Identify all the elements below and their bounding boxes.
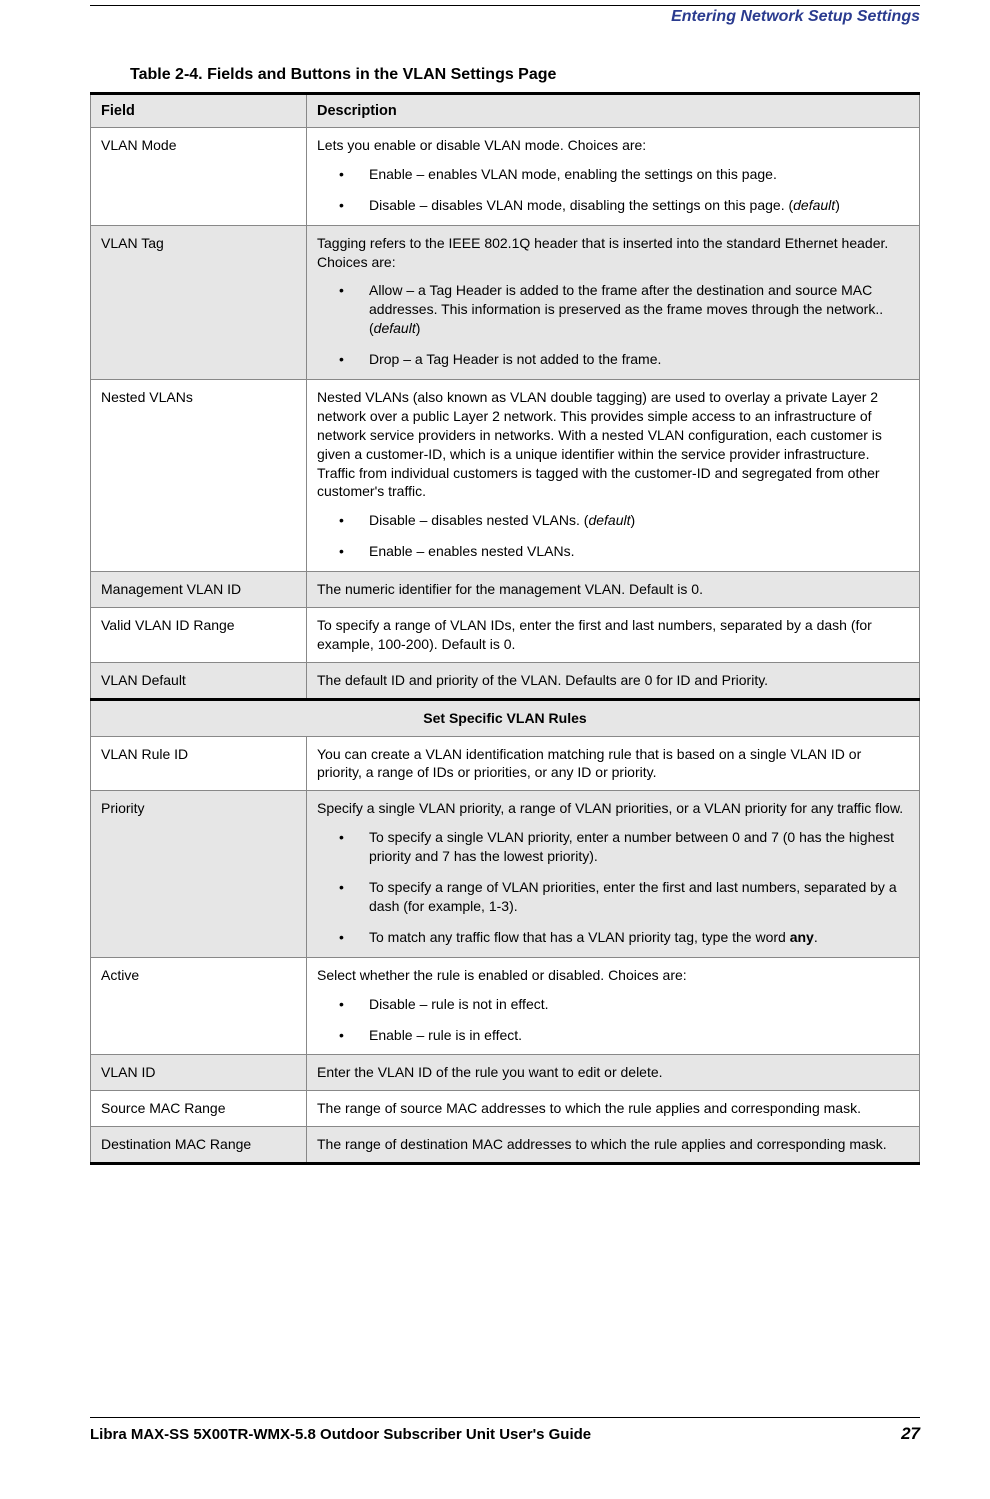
row-rule-id: VLAN Rule ID You can create a VLAN ident… xyxy=(91,736,920,791)
row-src-mac: Source MAC Range The range of source MAC… xyxy=(91,1091,920,1127)
cell-description: Select whether the rule is enabled or di… xyxy=(307,957,920,1055)
cell-description: The range of source MAC addresses to whi… xyxy=(307,1091,920,1127)
intro-text: Tagging refers to the IEEE 802.1Q header… xyxy=(317,235,888,270)
cell-field: Destination MAC Range xyxy=(91,1127,307,1164)
vlan-settings-table: Field Description VLAN Mode Lets you ena… xyxy=(90,92,920,1165)
cell-description: You can create a VLAN identification mat… xyxy=(307,736,920,791)
col-description: Description xyxy=(307,94,920,128)
cell-description: To specify a range of VLAN IDs, enter th… xyxy=(307,608,920,663)
cell-field: Nested VLANs xyxy=(91,380,307,572)
page-footer: Libra MAX-SS 5X00TR-WMX-5.8 Outdoor Subs… xyxy=(90,1417,920,1444)
row-active: Active Select whether the rule is enable… xyxy=(91,957,920,1055)
row-vlan-mode: VLAN Mode Lets you enable or disable VLA… xyxy=(91,128,920,226)
row-vlan-default: VLAN Default The default ID and priority… xyxy=(91,662,920,699)
footer-doc-title: Libra MAX-SS 5X00TR-WMX-5.8 Outdoor Subs… xyxy=(90,1426,591,1443)
cell-description: Nested VLANs (also known as VLAN double … xyxy=(307,380,920,572)
bullet: Disable – rule is not in effect. xyxy=(317,995,909,1014)
cell-field: Valid VLAN ID Range xyxy=(91,608,307,663)
cell-description: Tagging refers to the IEEE 802.1Q header… xyxy=(307,225,920,379)
cell-field: Management VLAN ID xyxy=(91,572,307,608)
cell-field: VLAN Tag xyxy=(91,225,307,379)
row-nested-vlans: Nested VLANs Nested VLANs (also known as… xyxy=(91,380,920,572)
cell-field: Source MAC Range xyxy=(91,1091,307,1127)
intro-text: Specify a single VLAN priority, a range … xyxy=(317,800,903,816)
cell-description: Specify a single VLAN priority, a range … xyxy=(307,791,920,957)
bullet: To specify a single VLAN priority, enter… xyxy=(317,828,909,866)
bullet: Enable – rule is in effect. xyxy=(317,1026,909,1045)
cell-description: The range of destination MAC addresses t… xyxy=(307,1127,920,1164)
row-vlan-tag: VLAN Tag Tagging refers to the IEEE 802.… xyxy=(91,225,920,379)
bullet: Drop – a Tag Header is not added to the … xyxy=(317,350,909,369)
bullet: To specify a range of VLAN priorities, e… xyxy=(317,878,909,916)
cell-field: VLAN Mode xyxy=(91,128,307,226)
row-dst-mac: Destination MAC Range The range of desti… xyxy=(91,1127,920,1164)
bullet: Enable – enables VLAN mode, enabling the… xyxy=(317,165,909,184)
row-mgmt-vlan-id: Management VLAN ID The numeric identifie… xyxy=(91,572,920,608)
row-section-rules: Set Specific VLAN Rules xyxy=(91,699,920,736)
cell-description: Enter the VLAN ID of the rule you want t… xyxy=(307,1055,920,1091)
bullet: Disable – disables VLAN mode, disabling … xyxy=(317,196,909,215)
cell-description: Lets you enable or disable VLAN mode. Ch… xyxy=(307,128,920,226)
row-priority: Priority Specify a single VLAN priority,… xyxy=(91,791,920,957)
bullet: Enable – enables nested VLANs. xyxy=(317,542,909,561)
running-header: Entering Network Setup Settings xyxy=(90,8,920,26)
cell-field: Active xyxy=(91,957,307,1055)
cell-description: The default ID and priority of the VLAN.… xyxy=(307,662,920,699)
footer-page-number: 27 xyxy=(901,1424,920,1444)
cell-field: VLAN Default xyxy=(91,662,307,699)
col-field: Field xyxy=(91,94,307,128)
intro-text: Select whether the rule is enabled or di… xyxy=(317,967,687,983)
cell-field: VLAN ID xyxy=(91,1055,307,1091)
bullet: Disable – disables nested VLANs. (defaul… xyxy=(317,511,909,530)
intro-text: Lets you enable or disable VLAN mode. Ch… xyxy=(317,137,646,153)
table-caption: Table 2-4. Fields and Buttons in the VLA… xyxy=(130,66,920,84)
row-vlan-id: VLAN ID Enter the VLAN ID of the rule yo… xyxy=(91,1055,920,1091)
cell-field: Priority xyxy=(91,791,307,957)
bullet: To match any traffic flow that has a VLA… xyxy=(317,928,909,947)
bullet: Allow – a Tag Header is added to the fra… xyxy=(317,281,909,338)
cell-field: VLAN Rule ID xyxy=(91,736,307,791)
row-valid-range: Valid VLAN ID Range To specify a range o… xyxy=(91,608,920,663)
intro-text: Nested VLANs (also known as VLAN double … xyxy=(317,389,882,499)
cell-description: The numeric identifier for the managemen… xyxy=(307,572,920,608)
section-heading: Set Specific VLAN Rules xyxy=(91,699,920,736)
